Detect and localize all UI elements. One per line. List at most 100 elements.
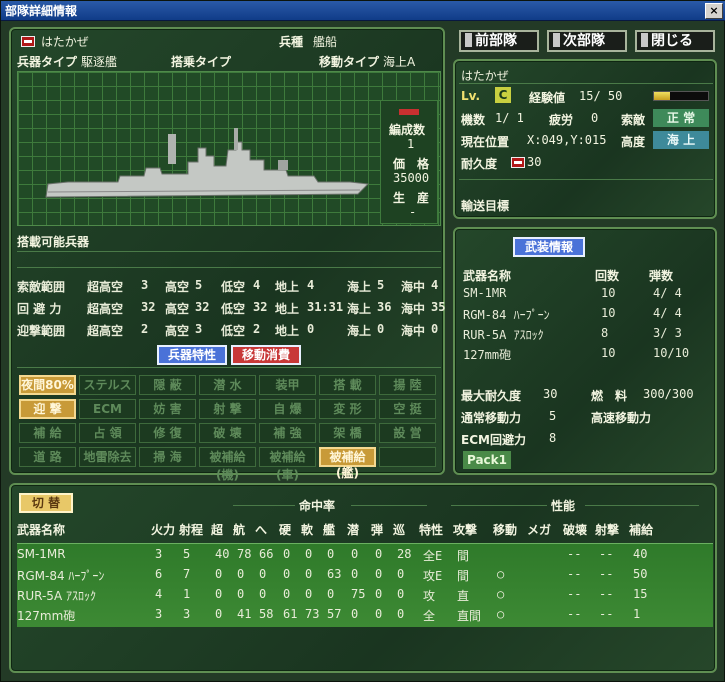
weapons-cell: 75 [351, 587, 366, 601]
weapons-cell: 1 [633, 607, 641, 621]
divider [351, 505, 427, 506]
weapon-type-label: 兵器タイプ [17, 55, 78, 69]
trait-cell[interactable]: 道 路 [19, 447, 76, 467]
weapons-cell: 0 [375, 567, 383, 581]
prev-unit-button[interactable]: 前部隊 [459, 30, 539, 52]
armament-ammo: 3/ 3 [653, 326, 682, 340]
units-value: 1/ 1 [495, 111, 524, 125]
weapons-cell: 直 [457, 589, 470, 603]
weapons-table-panel: 切 替 命中率 性能 武器名称 火力 射程超航へ硬軟艦潜弾巡特性 攻撃 移動 メガ 破壊 射撃… [9, 483, 717, 673]
unit-detail-window: 部隊詳細情報 × 前部隊 次部隊 閉じる はたかぜ 兵種 艦船 兵器タイプ 駆逐… [0, 0, 725, 682]
weapons-cell: 57 [327, 607, 342, 621]
exp-value: 15/ 50 [579, 89, 623, 103]
tab-traits[interactable]: 兵器特性 [157, 345, 227, 365]
trait-cell[interactable]: 夜間80% [19, 375, 76, 395]
weapons-cell: 0 [327, 547, 335, 561]
weapons-col-header: 特性 [419, 523, 444, 537]
exp-bar [653, 91, 709, 101]
range-cell-label: 地上 [275, 324, 300, 338]
weapons-cell: 間 [457, 569, 470, 583]
trait-cell[interactable]: 補 給 [19, 423, 76, 443]
weapons-cell: -- [567, 587, 582, 601]
weapons-cell: 0 [351, 607, 359, 621]
trait-cell[interactable]: 妨 害 [139, 399, 196, 419]
weapons-col-header: 超 [211, 523, 224, 537]
armament-info-button[interactable]: 武装情報 [513, 237, 585, 257]
range-row-label: 回 避 力 [17, 302, 62, 316]
trait-cell[interactable]: 空 挺 [379, 399, 436, 419]
weapons-cell: -- [599, 567, 614, 581]
weapons-cell: 0 [237, 567, 245, 581]
divider [451, 505, 547, 506]
armament-panel: 武装情報 武器名称 回数 弾数 SM-1MR 10 4/ 4 RGM-84 ﾊｰﾌﾟｰ… [453, 227, 717, 475]
weapons-col-header: 補給 [629, 523, 654, 537]
weapons-cell: 攻E [423, 569, 443, 583]
weapons-cell: SM-1MR [17, 547, 66, 561]
trait-cell[interactable]: 補 強 [259, 423, 316, 443]
switch-button[interactable]: 切 替 [19, 493, 73, 513]
tab-move-cost[interactable]: 移動消費 [231, 345, 301, 365]
move-type-label: 移動タイプ [319, 55, 380, 69]
range-value: 31:31 [307, 300, 344, 314]
hit-rate-group-label: 命中率 [299, 499, 336, 513]
trait-cell[interactable]: 変 形 [319, 399, 376, 419]
trait-cell[interactable]: 被補給(機) [199, 447, 256, 482]
col-count: 回数 [595, 269, 620, 283]
trait-cell[interactable]: 被補給(車) [259, 447, 316, 482]
trait-cell[interactable]: 射 撃 [199, 399, 256, 419]
fuel-value: 300/300 [643, 387, 694, 401]
armament-ammo: 4/ 4 [653, 306, 682, 320]
trait-cell[interactable]: 設 営 [379, 423, 436, 443]
armament-row: RGM-84 ﾊｰﾌﾟｰﾝ 10 4/ 4 [461, 303, 713, 323]
fast-move-label: 高速移動力 [591, 411, 652, 425]
fatigue-label: 疲労 [549, 113, 574, 127]
trait-cell[interactable]: 搭 載 [319, 375, 376, 395]
traits-grid: 夜間80% ステルス隠 蔽潜 水装甲搭 載揚 陸迎 撃 ECM 妨 害射 撃自 爆変 … [19, 375, 443, 482]
pack1-button[interactable]: Pack1 [463, 451, 511, 469]
trait-cell[interactable]: 隠 蔽 [139, 375, 196, 395]
trait-cell[interactable]: ECM [79, 399, 136, 419]
weapons-cell: 5 [183, 547, 191, 561]
move-value: 5 [549, 409, 557, 423]
col-ammo: 弾数 [649, 269, 674, 283]
trait-cell[interactable]: 占 領 [79, 423, 136, 443]
weapons-cell: 28 [397, 547, 412, 561]
weapons-cell: 3 [155, 607, 163, 621]
ranges-table: 索敵範囲 超高空 3 高空 5 低空 4 地上 4 海上 5 海中 4 回 避 力超高空 32 高空 32 低空 3… [17, 275, 445, 341]
trait-cell[interactable]: 破 壊 [199, 423, 256, 443]
armament-count: 10 [601, 306, 616, 320]
next-unit-button[interactable]: 次部隊 [547, 30, 627, 52]
range-value: 5 [377, 278, 385, 292]
window-close-button[interactable]: × [705, 3, 723, 19]
divider [459, 179, 713, 180]
trait-cell[interactable]: ステルス [79, 375, 136, 395]
level-badge: C [495, 87, 511, 103]
trait-cell[interactable]: 掃 海 [139, 447, 196, 467]
divider [585, 505, 699, 506]
trait-cell[interactable]: 修 復 [139, 423, 196, 443]
weapons-table-body: SM-1MR 3 5 40 78 66 0 0 0 0 0 28 全E 間 -- -- 40 RGM-84 ﾊｰﾌ… [17, 543, 713, 627]
weapons-cell: 50 [633, 567, 648, 581]
move-type-value: 海上A [383, 55, 416, 69]
max-hp-value: 30 [543, 387, 558, 401]
trait-cell[interactable]: 地雷除去 [79, 447, 136, 467]
trait-cell[interactable] [379, 447, 436, 467]
trait-cell[interactable]: 迎 撃 [19, 399, 76, 419]
range-cell-label: 海上 [347, 324, 372, 338]
range-cell-label: 海上 [347, 302, 372, 316]
range-cell-label: 地上 [275, 302, 300, 316]
trait-cell[interactable]: 被補給(艦) [319, 447, 376, 480]
weapons-col-header: 移動 [493, 523, 518, 537]
close-button[interactable]: 閉じる [635, 30, 715, 52]
trait-cell[interactable]: 装甲 [259, 375, 316, 395]
trait-cell[interactable]: 揚 陸 [379, 375, 436, 395]
trait-cell[interactable]: 潜 水 [199, 375, 256, 395]
range-value: 3 [195, 322, 203, 336]
range-value: 32 [195, 300, 210, 314]
range-row-label: 迎撃範囲 [17, 324, 66, 338]
move-label: 通常移動力 [461, 411, 522, 425]
weapons-col-header: 射程 [179, 523, 204, 537]
trait-cell[interactable]: 架 橋 [319, 423, 376, 443]
trait-cell[interactable]: 自 爆 [259, 399, 316, 419]
weapons-cell: -- [599, 547, 614, 561]
